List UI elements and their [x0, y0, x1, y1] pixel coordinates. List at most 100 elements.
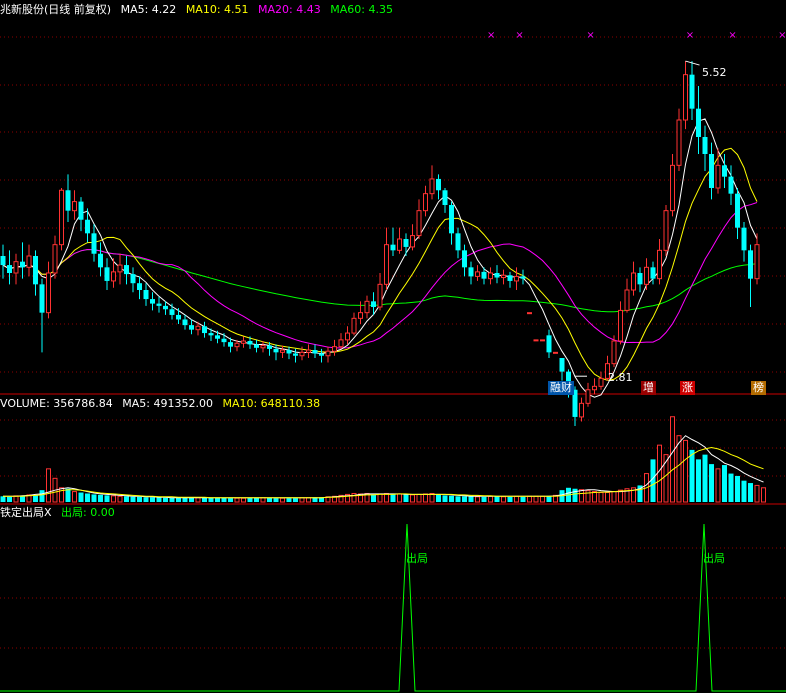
candle-body	[403, 239, 409, 247]
candle-body	[520, 276, 526, 279]
event-badge-bang[interactable]: 榜	[751, 381, 766, 395]
candle-body	[195, 325, 201, 331]
candle-body	[416, 210, 422, 237]
candle-body	[540, 339, 545, 342]
candle-body	[26, 255, 32, 268]
signal-marker: ×	[487, 30, 495, 41]
volume-bar	[501, 496, 506, 503]
candle-body	[221, 338, 227, 343]
candle-body	[78, 201, 84, 220]
volume-bar	[403, 494, 409, 502]
candle-body	[631, 272, 636, 291]
candle-body	[293, 353, 298, 356]
candle-body	[176, 314, 181, 320]
candle-body	[169, 309, 175, 315]
candle-body	[98, 253, 103, 268]
volume-bar	[117, 495, 123, 503]
volume-bar	[195, 497, 201, 503]
candle-body	[254, 344, 259, 348]
candle-body	[52, 244, 58, 274]
event-badge-zhang[interactable]: 涨	[680, 381, 695, 395]
event-badge-rongcai[interactable]: 融财	[548, 381, 574, 395]
candle-body	[267, 345, 272, 349]
volume-bar	[221, 497, 227, 502]
exit-signal-line	[0, 523, 786, 692]
event-badge-zeng[interactable]: 增	[641, 381, 656, 395]
volume-bar	[39, 490, 45, 502]
volume-bar	[215, 497, 220, 502]
candle-body	[709, 154, 714, 188]
candle-body	[481, 271, 487, 279]
candle-body	[150, 299, 155, 304]
volume-bar	[390, 494, 396, 502]
signal-marker: ×	[686, 30, 694, 41]
candle-body	[579, 402, 584, 418]
candle-body	[241, 340, 246, 344]
candle-body	[156, 303, 162, 306]
volume-bar	[91, 494, 97, 502]
candle-body	[143, 290, 149, 300]
candle-body	[455, 233, 461, 251]
candle-body	[696, 108, 701, 137]
volume-bar	[143, 497, 149, 502]
indicator-header: 铁定出局X 出局: 0.00	[0, 505, 121, 521]
volume-bar	[254, 497, 259, 502]
volume-bar	[592, 491, 597, 503]
volume-bar	[754, 484, 760, 503]
candle-body	[598, 377, 604, 387]
volume-bar	[488, 495, 493, 503]
candle-body	[325, 350, 331, 357]
volume-bar	[507, 496, 513, 502]
volume-header: VOLUME: 356786.84 MA5: 491352.00 MA10: 6…	[0, 396, 326, 412]
signal-label-2: 出局	[703, 552, 725, 565]
candle-body	[397, 238, 402, 251]
volume-bar	[46, 468, 51, 503]
candle-body	[247, 341, 253, 345]
volume-ma5-line	[3, 435, 764, 499]
volume-bar	[715, 468, 721, 503]
price-header: 兆新股份(日线 前复权) MA5: 4.22 MA10: 4.51 MA20: …	[0, 2, 399, 18]
candle-body	[462, 250, 467, 268]
candle-body	[117, 264, 123, 273]
volume-bar	[728, 473, 734, 502]
ma5-readout: MA5: 4.22	[120, 3, 177, 16]
volume-bar	[228, 498, 233, 502]
volume-bar	[748, 483, 753, 502]
volume-bar	[657, 444, 662, 503]
volume-bar	[273, 498, 279, 502]
volume-bar	[130, 496, 136, 502]
volume-bar	[208, 497, 214, 502]
candle-body	[423, 193, 428, 212]
candle-body	[546, 335, 552, 353]
candle-body	[72, 201, 77, 212]
candle-body	[33, 256, 38, 285]
volume-bar	[0, 496, 6, 502]
volume-bar	[689, 449, 695, 502]
candle-body	[59, 189, 64, 246]
volume-bar	[579, 489, 584, 503]
candle-body	[410, 235, 415, 248]
volume-bar	[241, 497, 246, 503]
kline-chart-canvas[interactable]: ×××××××××××××××××××	[0, 0, 786, 693]
volume-bar	[189, 497, 194, 502]
volume-bar	[286, 498, 292, 502]
volume-bar	[247, 497, 253, 502]
candle-body	[683, 74, 688, 121]
indicator-name: 铁定出局X	[0, 506, 52, 519]
candle-body	[553, 351, 558, 354]
candle-body	[215, 335, 220, 339]
volume-bar	[104, 495, 110, 502]
candle-body	[663, 210, 669, 251]
volume-bar	[670, 416, 675, 503]
candle-body	[371, 301, 376, 307]
candle-body	[319, 353, 324, 356]
high-price-label: 5.52	[702, 66, 727, 79]
volume-readout: VOLUME: 356786.84	[0, 397, 113, 410]
candle-body	[182, 319, 188, 326]
volume-bar	[722, 465, 727, 502]
volume-bar	[7, 496, 12, 502]
candle-body	[280, 349, 285, 353]
volume-bar	[33, 495, 38, 502]
volume-bar	[260, 497, 266, 503]
candle-body	[111, 271, 116, 282]
